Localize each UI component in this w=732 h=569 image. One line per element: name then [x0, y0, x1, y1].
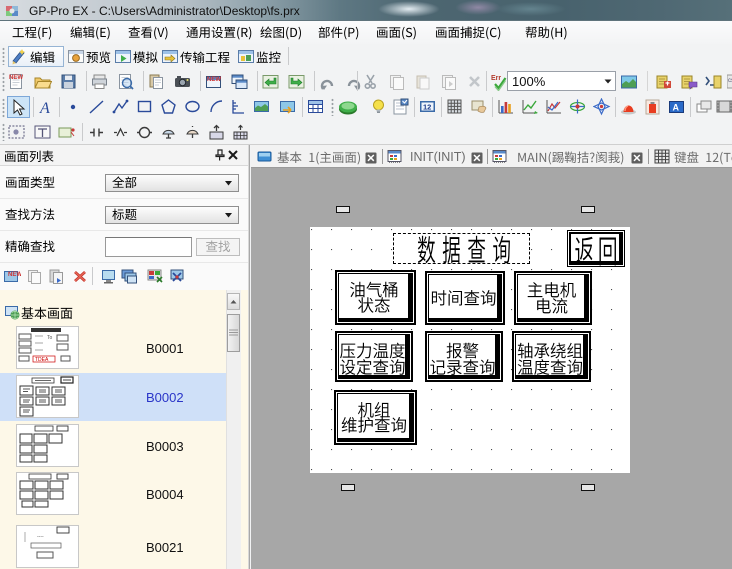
svg-text:To: To [47, 335, 53, 341]
svg-text:cs: cs [728, 78, 732, 84]
svg-text:----: ---- [37, 534, 44, 540]
svg-text:NEW: NEW [8, 272, 21, 278]
svg-text:TDEA: TDEA [35, 357, 49, 363]
svg-text:NEW: NEW [207, 77, 221, 83]
svg-text:A: A [673, 103, 680, 113]
svg-text:12: 12 [423, 103, 431, 112]
svg-text:Err: Err [491, 75, 501, 82]
svg-text:NEW: NEW [9, 75, 23, 81]
svg-text:A: A [39, 100, 50, 116]
